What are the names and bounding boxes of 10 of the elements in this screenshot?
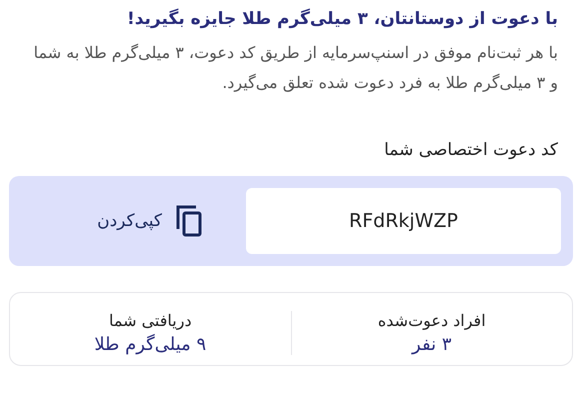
stat-label: دریافتی شما — [108, 311, 192, 330]
stat-label: افراد دعوت‌شده — [378, 311, 486, 330]
invite-code-field: RFdRkjWZP — [246, 188, 561, 254]
copy-button[interactable]: کپی‌کردن — [77, 205, 222, 237]
heading: با دعوت از دوستانتان، ۳ میلی‌گرم طلا جایزه بگیرید! — [126, 8, 558, 31]
copy-icon — [176, 205, 202, 237]
invite-code-label: کد دعوت اختصاصی شما — [383, 140, 558, 160]
stat-value: ۹ میلی‌گرم طلا — [94, 334, 206, 355]
stat-value: ۳ نفر — [412, 334, 452, 355]
description: با هر ثبت‌نام موفق در اسنپ‌سرمایه از طریق کد دعوت، ۳ میلی‌گرم طلا به شما و ۳ میلی‌گرم طلا به فرد دعوت شده تعلق می‌گیرد. — [32, 42, 558, 94]
